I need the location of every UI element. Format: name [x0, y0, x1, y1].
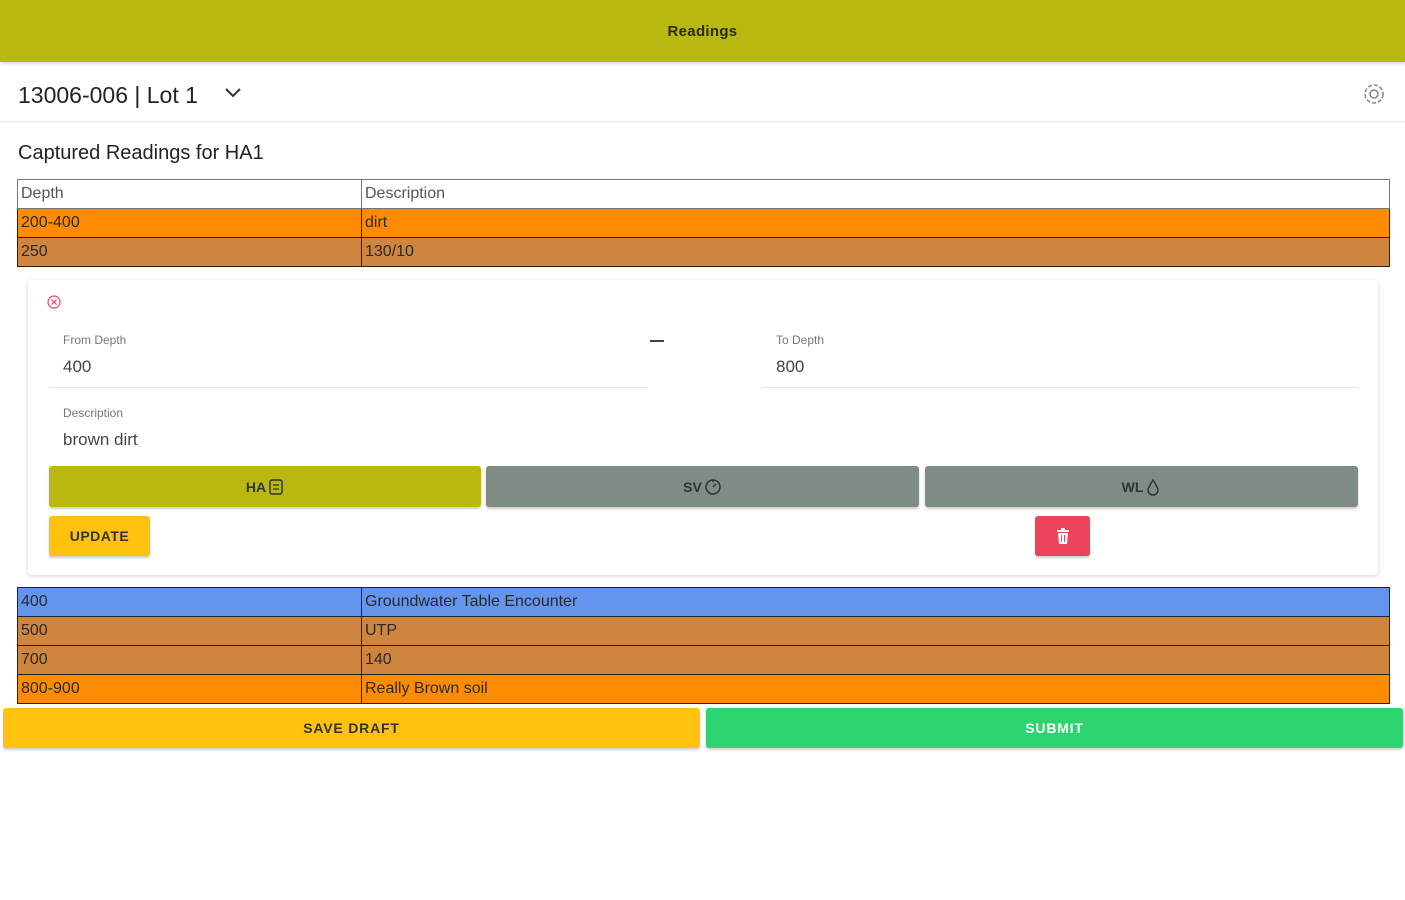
save-draft-button[interactable]: SAVE DRAFT	[3, 708, 700, 748]
submit-button[interactable]: SUBMIT	[706, 708, 1403, 748]
depth-cell: 700	[17, 645, 362, 675]
readings-table-bottom: 400 Groundwater Table Encounter 500 UTP …	[17, 587, 1390, 704]
from-depth-field[interactable]: From Depth 400	[49, 333, 648, 388]
trash-icon	[1056, 528, 1069, 544]
ha-type-label: HA	[245, 478, 267, 495]
sv-timer-icon	[705, 478, 721, 495]
project-title[interactable]: 13006-006 | Lot 1	[18, 82, 198, 109]
description-cell: Groundwater Table Encounter	[361, 587, 1390, 617]
description-cell: UTP	[361, 616, 1390, 646]
description-label: Description	[63, 406, 124, 420]
app-header: Readings	[0, 0, 1405, 62]
table-row[interactable]: 800-900 Really Brown soil	[17, 674, 1390, 704]
settings-icon[interactable]	[1360, 80, 1388, 108]
readings-table-top: Depth Description 200-400 dirt 250 130/1…	[17, 179, 1390, 267]
wl-type-label: WL	[1121, 478, 1144, 495]
section-title: Captured Readings for HA1	[18, 142, 264, 164]
edit-reading-card: From Depth 400 To Depth 800 Description …	[28, 280, 1378, 575]
table-row[interactable]: 500 UTP	[17, 616, 1390, 646]
range-dash	[650, 340, 664, 342]
depth-header: Depth	[17, 179, 362, 209]
delete-button[interactable]	[1035, 516, 1090, 556]
description-field[interactable]: Description brown dirt	[63, 406, 648, 456]
sv-type-label: SV	[683, 478, 702, 495]
wl-type-button[interactable]: WL	[925, 466, 1358, 507]
description-cell: dirt	[361, 208, 1390, 238]
depth-cell: 200-400	[17, 208, 362, 238]
to-depth-field[interactable]: To Depth 800	[762, 333, 1358, 388]
ha-icon	[269, 478, 283, 495]
close-circle-icon[interactable]	[46, 294, 62, 310]
description-input[interactable]: brown dirt	[63, 430, 648, 450]
from-depth-label: From Depth	[63, 333, 127, 347]
page-title: Readings	[667, 22, 738, 40]
to-depth-input[interactable]: 800	[776, 357, 1358, 377]
project-selector-row: 13006-006 | Lot 1	[0, 64, 1405, 122]
depth-cell: 800-900	[17, 674, 362, 704]
depth-cell: 250	[17, 237, 362, 267]
description-cell: 140	[361, 645, 1390, 675]
table-row[interactable]: 250 130/10	[17, 237, 1390, 267]
table-row[interactable]: 400 Groundwater Table Encounter	[17, 587, 1390, 617]
table-row[interactable]: 200-400 dirt	[17, 208, 1390, 238]
description-cell: Really Brown soil	[361, 674, 1390, 704]
description-cell: 130/10	[361, 237, 1390, 267]
depth-cell: 500	[17, 616, 362, 646]
chevron-down-icon[interactable]	[222, 82, 244, 104]
field-underline	[762, 387, 1358, 388]
table-row[interactable]: 700 140	[17, 645, 1390, 675]
from-depth-input[interactable]: 400	[63, 357, 648, 377]
to-depth-label: To Depth	[776, 333, 825, 347]
ha-type-button[interactable]: HA	[49, 466, 481, 507]
sv-type-button[interactable]: SV	[486, 466, 919, 507]
depth-cell: 400	[17, 587, 362, 617]
description-header: Description	[361, 179, 1390, 209]
field-underline	[49, 387, 648, 388]
update-button[interactable]: UPDATE	[49, 516, 150, 556]
wl-water-icon	[1147, 478, 1160, 496]
table-header-row: Depth Description	[17, 179, 1390, 209]
